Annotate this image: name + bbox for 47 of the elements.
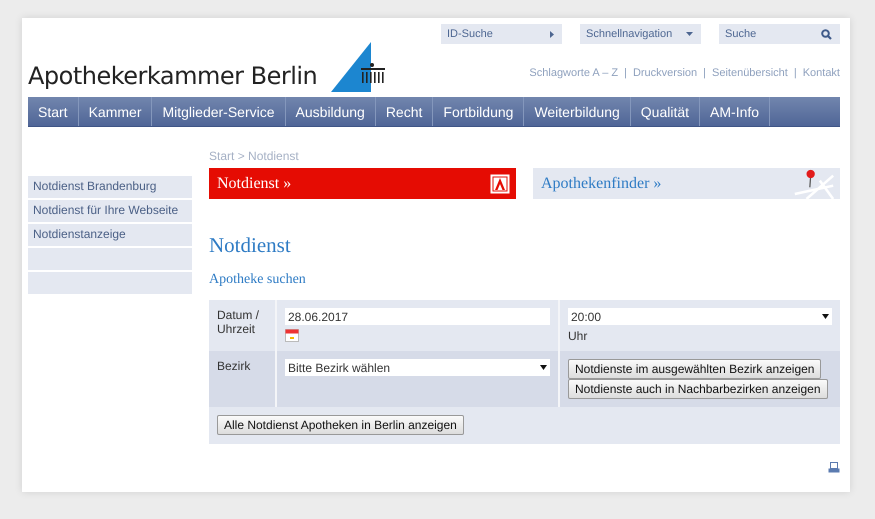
breadcrumb-separator: > [236,149,246,163]
show-button[interactable]: Notdienste im ausgewählten Bezirk anzeigen [568,359,822,379]
district-dropdown[interactable]: Bitte Bezirk wählen [285,359,550,376]
service-link[interactable]: Kontakt [802,67,840,79]
section-heading: Apotheke suchen [209,272,307,288]
caret-icon [822,314,829,319]
sidebar-item[interactable]: Notdienst Brandenburg [28,176,192,198]
pharmacy-a-icon [490,174,510,194]
id-search-link[interactable]: ID-Suche [441,24,562,44]
district-label: Bezirk [217,359,252,373]
time-unit: Uhr [568,329,588,343]
show-all-button[interactable]: Alle Notdienst Apotheken in Berlin anzeigen [217,415,464,435]
nav-item[interactable]: Start [28,97,79,126]
nav-item[interactable]: Ausbildung [286,97,376,126]
map-pin-icon [794,168,834,198]
caret-icon [540,365,547,370]
logo-gate-drawing [329,42,386,94]
separator: | [624,67,627,79]
nav-item[interactable]: Mitglieder-Service [152,97,286,126]
date-label: Datum / Uhrzeit [217,308,260,336]
nav-item[interactable]: Recht [376,97,434,126]
nav-item[interactable]: Fortbildung [433,97,524,126]
page-heading: Notdienst [209,233,292,258]
search-field[interactable]: Suche [719,24,840,44]
time-dropdown[interactable]: 20:00 [568,308,832,325]
arrow-right-icon [550,30,554,38]
quick-nav-dropdown[interactable]: Schnellnavigation [580,24,701,44]
nav-item[interactable]: Qualität [630,97,700,126]
service-link[interactable]: Seitenübersicht [712,67,788,79]
service-link[interactable]: Druckversion [632,67,698,79]
nav-item[interactable]: Kammer [78,97,152,126]
calendar-icon [285,328,299,342]
date-field[interactable]: 28.06.2017 [285,308,550,325]
sidebar-item[interactable]: Notdienst für Ihre Webseite [28,200,192,222]
notdienst-teaser[interactable]: Notdienst » [209,168,516,199]
nav-item[interactable]: AM-Info [700,97,770,126]
search-icon [821,28,832,40]
caret-icon [686,32,693,36]
separator: | [703,67,706,79]
logo-text: Apothekerkammer Berlin [28,62,318,90]
sidebar-item[interactable]: Notdienstanzeige [28,224,192,246]
show-button[interactable]: Notdienste auch in Nachbarbezirken anzeigen [568,379,828,399]
finder-teaser[interactable]: Apothekenfinder » [533,168,840,199]
separator: | [794,67,797,79]
print-icon[interactable] [828,462,840,473]
nav-item[interactable]: Weiterbildung [524,97,631,126]
service-link[interactable]: Schlagworte A – Z [529,67,618,79]
